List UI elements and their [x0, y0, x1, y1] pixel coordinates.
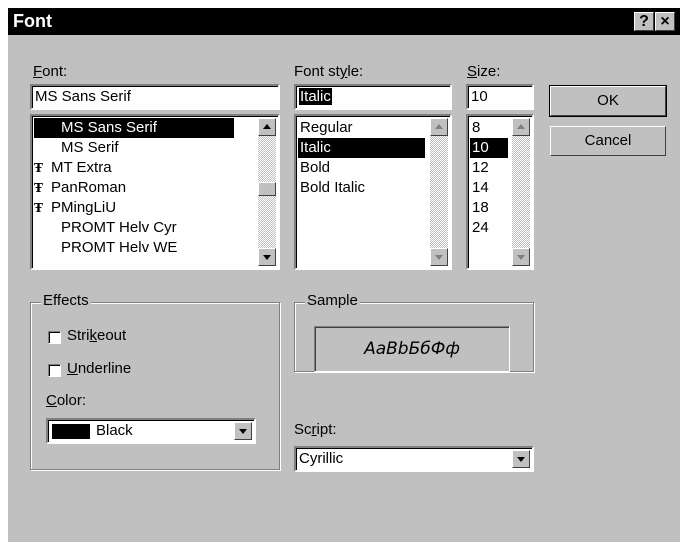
size-list-item[interactable]: 12 — [470, 158, 508, 178]
font-style-label: Font style: — [294, 63, 364, 80]
font-style-list-item[interactable]: Bold Italic — [298, 178, 425, 198]
size-list-item[interactable]: 10 — [470, 138, 508, 158]
truetype-icon: Ŧ — [34, 161, 43, 175]
color-label: Color: — [46, 392, 87, 409]
font-name-input[interactable]: MS Sans Serif — [30, 84, 280, 110]
script-value: Cyrillic — [299, 450, 344, 467]
size-list[interactable]: 8 10 12 14 18 24 — [466, 114, 534, 270]
size-list-item[interactable]: 8 — [470, 118, 508, 138]
arrow-up-icon — [435, 124, 443, 129]
scroll-down-button[interactable] — [258, 248, 276, 266]
strikeout-checkbox[interactable] — [48, 331, 61, 344]
size-list-item[interactable]: 18 — [470, 198, 508, 218]
strikeout-label[interactable]: Strikeout — [67, 327, 126, 344]
font-list-item-label: PanRoman — [51, 179, 127, 196]
font-list-item-label: PROMT Helv Cyr — [61, 219, 177, 236]
color-dropdown-button[interactable] — [234, 422, 252, 440]
font-label: Font: — [33, 63, 68, 80]
color-value: Black — [96, 422, 133, 439]
size-input[interactable]: 10 — [466, 84, 534, 110]
underline-label[interactable]: Underline — [67, 360, 131, 377]
font-style-list-item[interactable]: Regular — [298, 118, 425, 138]
script-label: Script: — [294, 421, 337, 438]
font-list-item[interactable]: PROMT Helv Cyr — [34, 218, 234, 238]
color-select[interactable]: Black — [46, 418, 256, 444]
font-style-scrollbar[interactable] — [430, 118, 448, 266]
help-icon: ? — [639, 13, 649, 30]
help-button[interactable]: ? — [634, 12, 654, 31]
font-list-item[interactable]: Ŧ PMingLiU — [34, 198, 234, 218]
scroll-thumb[interactable] — [258, 182, 276, 196]
font-list-item-label: PROMT Helv WE — [61, 239, 178, 256]
close-button[interactable]: × — [655, 12, 675, 31]
close-icon: × — [660, 13, 670, 30]
font-name-value: MS Sans Serif — [35, 88, 131, 105]
scroll-up-button[interactable] — [430, 118, 448, 136]
underline-checkbox[interactable] — [48, 364, 61, 377]
effects-title: Effects — [41, 292, 91, 309]
font-list[interactable]: MS Sans Serif MS Serif Ŧ MT Extra Ŧ PanRoman Ŧ… — [30, 114, 280, 270]
ok-button[interactable]: OK — [549, 85, 667, 117]
arrow-down-icon — [435, 255, 443, 260]
scroll-up-button[interactable] — [512, 118, 530, 136]
font-list-item[interactable]: MS Sans Serif — [34, 118, 234, 138]
cancel-button[interactable]: Cancel — [550, 126, 666, 156]
font-list-item-label: MT Extra — [51, 159, 112, 176]
font-style-list-item[interactable]: Italic — [298, 138, 425, 158]
font-style-list[interactable]: Regular Italic Bold Bold Italic — [294, 114, 452, 270]
font-list-item[interactable]: PROMT Helv WE — [34, 238, 234, 258]
sample-preview: AaBbБбФф — [314, 326, 510, 372]
font-style-input[interactable]: Italic — [294, 84, 452, 110]
arrow-up-icon — [263, 124, 271, 129]
font-style-value: Italic — [299, 88, 332, 105]
chevron-down-icon — [517, 457, 525, 462]
size-value: 10 — [471, 88, 488, 105]
scroll-down-button[interactable] — [512, 248, 530, 266]
font-list-item[interactable]: MS Serif — [34, 138, 234, 158]
sample-title: Sample — [305, 292, 360, 309]
font-list-item-label: PMingLiU — [51, 199, 117, 216]
font-list-scrollbar[interactable] — [258, 118, 276, 266]
font-list-item-label: MS Serif — [61, 139, 119, 156]
sample-text: AaBbБбФф — [364, 339, 460, 359]
truetype-icon: Ŧ — [34, 201, 43, 215]
script-select[interactable]: Cyrillic — [294, 446, 534, 472]
title-bar[interactable]: Font ? × — [8, 8, 680, 35]
size-list-item[interactable]: 24 — [470, 218, 508, 238]
font-list-item-label: MS Sans Serif — [61, 119, 157, 136]
arrow-up-icon — [517, 124, 525, 129]
font-dialog: Font ? × Font: MS Sans Serif MS Sans Ser… — [8, 8, 680, 542]
scroll-up-button[interactable] — [258, 118, 276, 136]
size-scrollbar[interactable] — [512, 118, 530, 266]
dialog-title: Font — [13, 11, 52, 31]
color-swatch — [52, 424, 90, 439]
font-list-item[interactable]: Ŧ PanRoman — [34, 178, 234, 198]
scroll-down-button[interactable] — [430, 248, 448, 266]
script-dropdown-button[interactable] — [512, 450, 530, 468]
chevron-down-icon — [239, 429, 247, 434]
size-list-item[interactable]: 14 — [470, 178, 508, 198]
font-list-item[interactable]: Ŧ MT Extra — [34, 158, 234, 178]
size-label: Size: — [467, 63, 501, 80]
arrow-down-icon — [517, 255, 525, 260]
arrow-down-icon — [263, 255, 271, 260]
font-style-list-item[interactable]: Bold — [298, 158, 425, 178]
truetype-icon: Ŧ — [34, 181, 43, 195]
